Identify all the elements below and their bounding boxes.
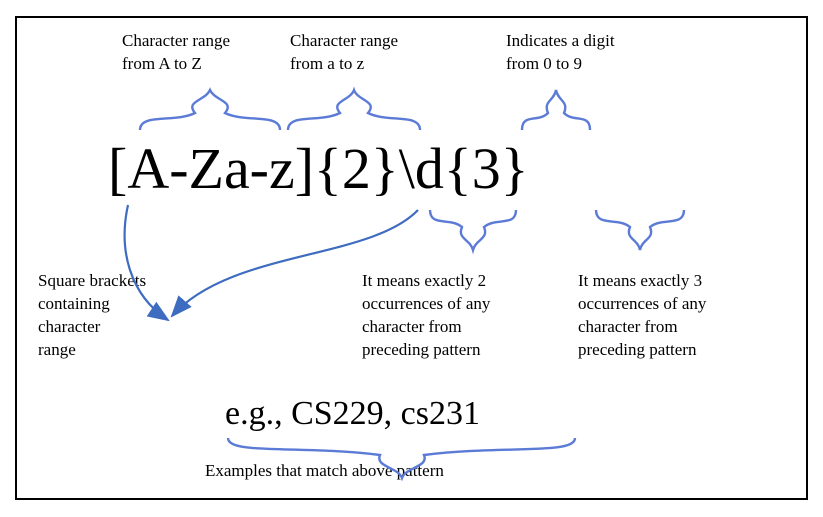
text: Character rangefrom A to Z [122,31,230,73]
label-quant3: It means exactly 3occurrences of anychar… [578,270,778,362]
text: Examples that match above pattern [205,461,444,480]
text: e.g., CS229, cs231 [225,395,480,432]
text: Indicates a digitfrom 0 to 9 [506,31,615,73]
label-upper-range: Character rangefrom A to Z [122,30,292,76]
text: It means exactly 3occurrences of anychar… [578,271,706,359]
text: Square bracketscontainingcharacterrange [38,271,146,359]
label-brackets: Square bracketscontainingcharacterrange [38,270,198,362]
text: [A-Za-z]{2}\d{3} [108,136,529,201]
text: Character rangefrom a to z [290,31,398,73]
examples-text: e.g., CS229, cs231 [225,395,480,433]
text: It means exactly 2occurrences of anychar… [362,271,490,359]
label-digit: Indicates a digitfrom 0 to 9 [506,30,686,76]
label-quant2: It means exactly 2occurrences of anychar… [362,270,562,362]
regex-pattern: [A-Za-z]{2}\d{3} [108,135,529,202]
examples-caption: Examples that match above pattern [205,460,444,483]
label-lower-range: Character rangefrom a to z [290,30,460,76]
